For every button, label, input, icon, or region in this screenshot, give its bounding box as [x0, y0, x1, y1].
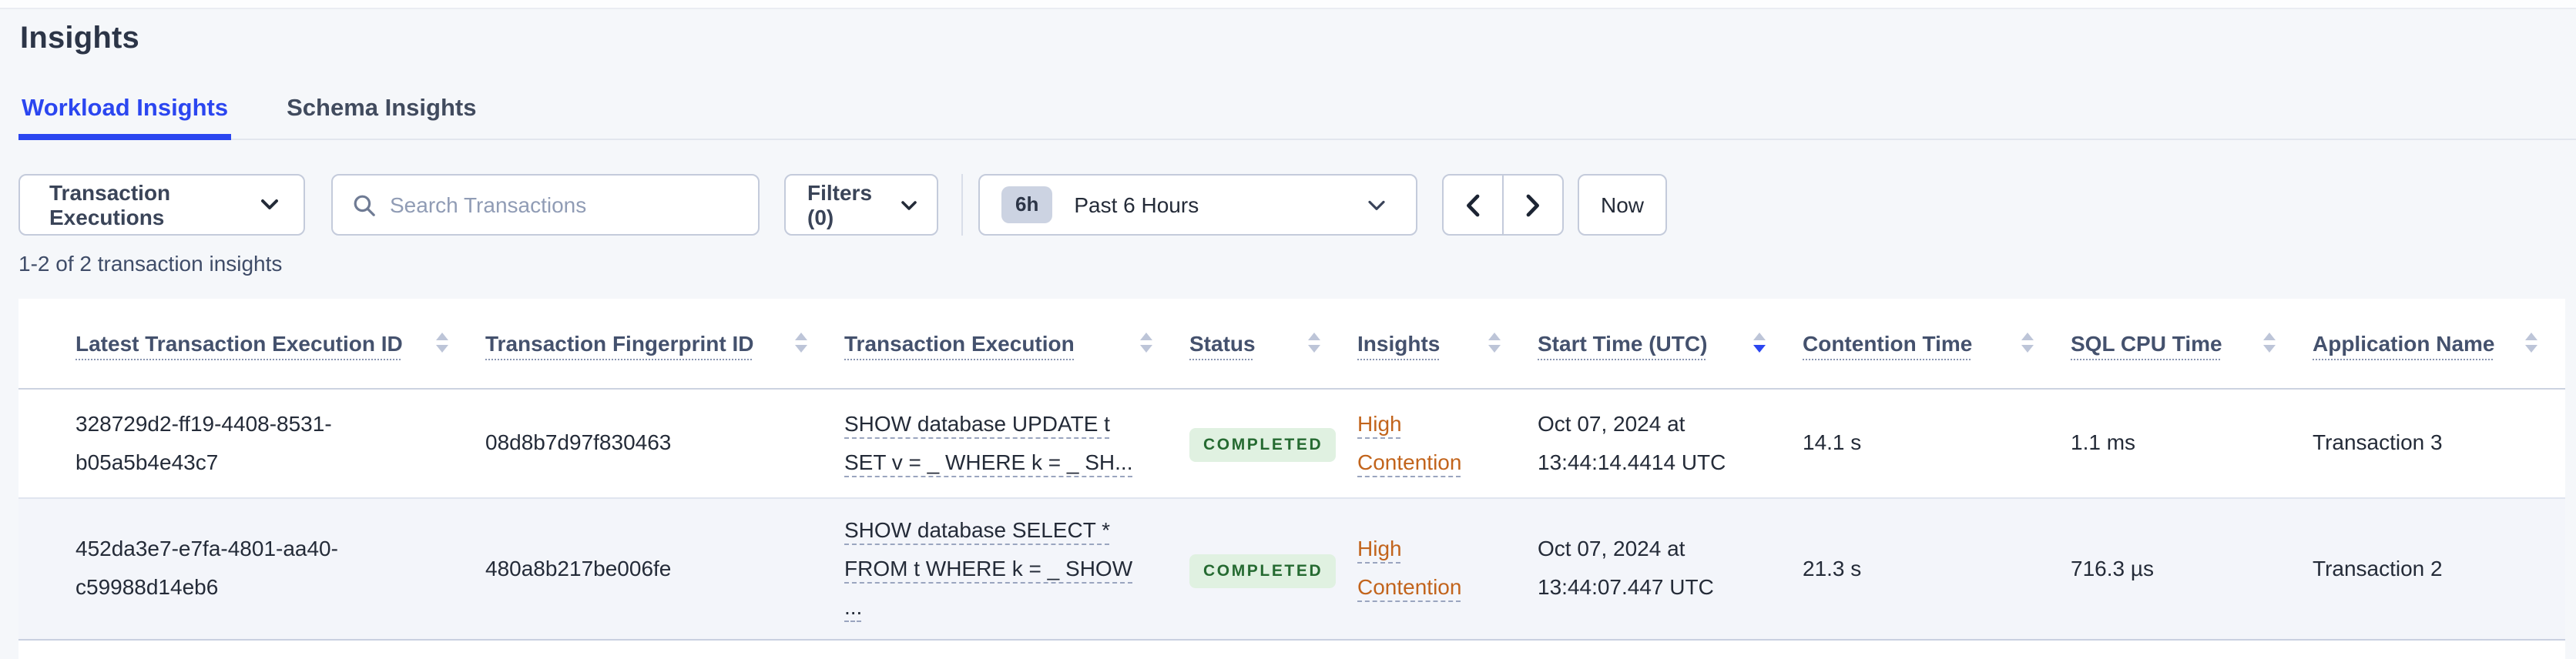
- toolbar: Transaction Executions Filters (0) 6h Pa…: [18, 174, 2558, 236]
- toolbar-divider: [961, 174, 963, 236]
- column-label: Insights: [1357, 330, 1441, 356]
- time-range-picker[interactable]: 6h Past 6 Hours: [978, 174, 1417, 236]
- previous-time-range-button[interactable]: [1442, 174, 1504, 236]
- table-row: 452da3e7-e7fa-4801-aa40-c59988d14eb6 480…: [18, 497, 2565, 639]
- column-header-latest-execution-id[interactable]: Latest Transaction Execution ID: [18, 299, 485, 389]
- application-name-cell: Transaction 2: [2313, 555, 2443, 580]
- chevron-right-icon: [1525, 193, 1541, 216]
- transaction-insights-table: Latest Transaction Execution ID Transact…: [18, 299, 2565, 640]
- column-header-sql-cpu-time[interactable]: SQL CPU Time: [2071, 299, 2313, 389]
- execution-type-select-label: Transaction Executions: [49, 180, 171, 229]
- column-label: Application Name: [2313, 330, 2495, 356]
- tab-workload-insights[interactable]: Workload Insights: [18, 95, 232, 140]
- chevron-left-icon: [1465, 193, 1481, 216]
- application-name-cell: Transaction 3: [2313, 430, 2443, 454]
- time-range-badge: 6h: [1001, 186, 1053, 223]
- sort-icon[interactable]: [2525, 333, 2537, 353]
- contention-time-cell: 21.3 s: [1803, 555, 1862, 580]
- sort-icon[interactable]: [436, 333, 448, 353]
- status-badge: COMPLETED: [1189, 554, 1336, 587]
- fingerprint-id-cell: 08d8b7d97f830463: [485, 430, 672, 454]
- time-range-value: 6h Past 6 Hours: [1001, 186, 1199, 223]
- start-time-cell: Oct 07, 2024 at 13:44:14.4414 UTC: [1538, 410, 1726, 473]
- fingerprint-id-cell: 480a8b217be006fe: [485, 555, 672, 580]
- sort-icon[interactable]: [795, 333, 807, 353]
- column-label: Latest Transaction Execution ID: [75, 330, 403, 356]
- column-label: Contention Time: [1803, 330, 1973, 356]
- table-row: 328729d2-ff19-4408-8531-b05a5b4e43c7 08d…: [18, 388, 2565, 497]
- transaction-execution-link[interactable]: SHOW database SELECT * FROM t WHERE k = …: [844, 517, 1132, 618]
- column-header-status[interactable]: Status: [1189, 299, 1357, 389]
- sort-icon[interactable]: [2263, 333, 2276, 353]
- high-contention-link[interactable]: High Contention: [1357, 410, 1461, 473]
- sql-cpu-time-cell: 1.1 ms: [2071, 430, 2136, 454]
- transaction-execution-link[interactable]: SHOW database UPDATE t SET v = _ WHERE k…: [844, 410, 1133, 473]
- column-header-contention-time[interactable]: Contention Time: [1803, 299, 2071, 389]
- table-header-row: Latest Transaction Execution ID Transact…: [18, 299, 2565, 389]
- column-label: Transaction Fingerprint ID: [485, 330, 754, 356]
- column-header-application-name[interactable]: Application Name: [2313, 299, 2565, 389]
- column-header-start-time[interactable]: Start Time (UTC): [1538, 299, 1803, 389]
- filters-button[interactable]: Filters (0): [784, 174, 938, 236]
- sort-icon-descending[interactable]: [1753, 333, 1766, 353]
- column-label: Status: [1189, 330, 1256, 356]
- sql-cpu-time-cell: 716.3 µs: [2071, 555, 2154, 580]
- tab-schema-insights[interactable]: Schema Insights: [283, 95, 479, 140]
- insights-page: Insights Workload Insights Schema Insigh…: [0, 0, 2576, 659]
- latest-execution-id-cell: 452da3e7-e7fa-4801-aa40-c59988d14eb6: [75, 536, 338, 599]
- sort-icon[interactable]: [2021, 333, 2034, 353]
- column-header-insights[interactable]: Insights: [1357, 299, 1538, 389]
- next-time-range-button[interactable]: [1502, 174, 1564, 236]
- time-range-label: Past 6 Hours: [1074, 192, 1199, 217]
- chevron-down-icon: [1368, 199, 1385, 210]
- sort-icon[interactable]: [1140, 333, 1152, 353]
- sort-icon[interactable]: [1488, 333, 1501, 353]
- insights-table-card: Latest Transaction Execution ID Transact…: [18, 299, 2565, 659]
- start-time-cell: Oct 07, 2024 at 13:44:07.447 UTC: [1538, 536, 1714, 599]
- search-icon: [353, 194, 376, 217]
- page-title: Insights: [20, 22, 139, 55]
- column-label: Start Time (UTC): [1538, 330, 1708, 356]
- contention-time-cell: 14.1 s: [1803, 430, 1862, 454]
- search-input[interactable]: [333, 176, 758, 234]
- sort-icon[interactable]: [1308, 333, 1320, 353]
- high-contention-link[interactable]: High Contention: [1357, 536, 1461, 599]
- filters-button-label: Filters (0): [807, 180, 873, 229]
- tab-bar: Workload Insights Schema Insights: [18, 95, 2576, 140]
- status-badge: COMPLETED: [1189, 428, 1336, 462]
- top-strip: [0, 0, 2576, 9]
- search-box: [331, 174, 760, 236]
- column-header-fingerprint-id[interactable]: Transaction Fingerprint ID: [485, 299, 844, 389]
- now-button[interactable]: Now: [1578, 174, 1667, 236]
- latest-execution-id-cell: 328729d2-ff19-4408-8531-b05a5b4e43c7: [75, 410, 332, 473]
- chevron-down-icon: [901, 199, 917, 210]
- chevron-down-icon: [260, 199, 279, 211]
- column-label: SQL CPU Time: [2071, 330, 2222, 356]
- column-header-transaction-execution[interactable]: Transaction Execution: [844, 299, 1189, 389]
- execution-type-select[interactable]: Transaction Executions: [18, 174, 305, 236]
- column-label: Transaction Execution: [844, 330, 1075, 356]
- time-nav-group: [1442, 174, 1564, 236]
- results-summary: 1-2 of 2 transaction insights: [18, 251, 283, 276]
